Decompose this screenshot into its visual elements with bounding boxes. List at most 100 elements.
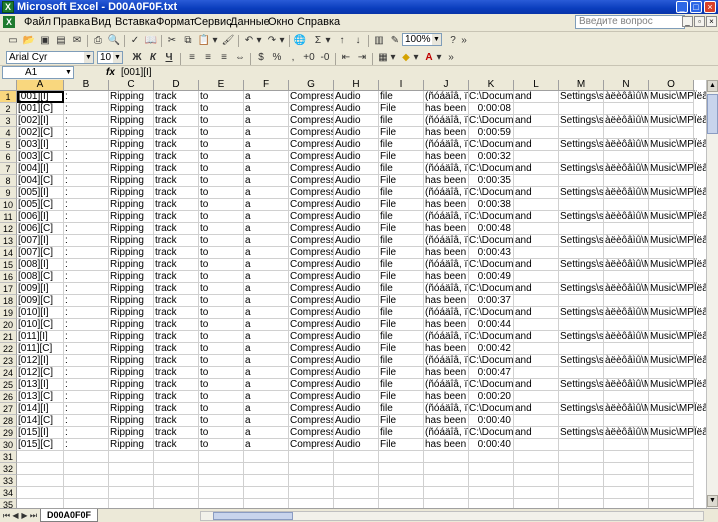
row-header[interactable]: 30 — [0, 439, 17, 451]
toolbar-options-icon[interactable]: » — [460, 34, 468, 48]
grid-cell[interactable]: has been f — [424, 247, 469, 259]
grid-cell[interactable] — [604, 439, 649, 451]
grid-cell[interactable]: 0:00:35 — [469, 175, 514, 187]
grid-cell[interactable] — [17, 451, 64, 463]
grid-cell[interactable] — [604, 319, 649, 331]
zoom-dropdown-icon[interactable]: ▼ — [432, 34, 441, 45]
grid-cell[interactable]: a — [244, 331, 289, 343]
grid-cell[interactable] — [514, 103, 559, 115]
undo-icon[interactable]: ↶ — [242, 34, 256, 48]
font-color-icon[interactable]: A — [422, 51, 436, 65]
grid-cell[interactable]: file — [379, 163, 424, 175]
row-header[interactable]: 32 — [0, 463, 17, 475]
grid-cell[interactable]: to — [199, 403, 244, 415]
grid-cell[interactable] — [604, 415, 649, 427]
grid-cell[interactable] — [514, 151, 559, 163]
grid-cell[interactable] — [334, 487, 379, 499]
grid-cell[interactable]: Audio — [334, 271, 379, 283]
row-header[interactable]: 19 — [0, 307, 17, 319]
grid-cell[interactable]: àëèôâìû\My — [604, 331, 649, 343]
redo-icon[interactable]: ↷ — [265, 34, 279, 48]
align-right-icon[interactable]: ≡ — [217, 51, 231, 65]
grid-cell[interactable]: Ripping — [109, 115, 154, 127]
grid-cell[interactable]: Audio — [334, 403, 379, 415]
grid-cell[interactable]: Music\MPÏëâ — [649, 211, 708, 223]
row-header[interactable]: 15 — [0, 259, 17, 271]
row-header[interactable]: 9 — [0, 187, 17, 199]
grid-cell[interactable]: Settings\s — [559, 259, 604, 271]
grid-cell[interactable] — [514, 487, 559, 499]
grid-cell[interactable]: track — [154, 427, 199, 439]
row-header[interactable]: 8 — [0, 175, 17, 187]
grid-cell[interactable]: Compress — [289, 391, 334, 403]
grid-cell[interactable]: àëèôâìû\My — [604, 259, 649, 271]
row-header[interactable]: 18 — [0, 295, 17, 307]
grid-cell[interactable]: : — [64, 223, 109, 235]
grid-cell[interactable]: to — [199, 259, 244, 271]
grid-cell[interactable]: Music\MPÏëâ — [649, 187, 708, 199]
grid-cell[interactable]: Settings\s — [559, 355, 604, 367]
grid-cell[interactable] — [379, 463, 424, 475]
grid-cell[interactable] — [514, 439, 559, 451]
grid-cell[interactable] — [244, 499, 289, 508]
row-header[interactable]: 27 — [0, 403, 17, 415]
grid-cell[interactable]: to — [199, 391, 244, 403]
grid-cell[interactable] — [649, 223, 694, 235]
grid-cell[interactable] — [514, 271, 559, 283]
grid-cell[interactable]: C:\Docume — [469, 91, 514, 103]
column-header-i[interactable]: I — [379, 80, 424, 91]
grid-cell[interactable] — [604, 343, 649, 355]
grid-cell[interactable]: Audio — [334, 163, 379, 175]
grid-cell[interactable]: to — [199, 343, 244, 355]
grid-cell[interactable] — [559, 451, 604, 463]
grid-cell[interactable]: C:\Docume — [469, 139, 514, 151]
permission-icon[interactable]: ▤ — [54, 34, 68, 48]
merge-center-icon[interactable]: ⇔ — [233, 51, 247, 65]
fx-icon[interactable]: fx — [106, 66, 115, 80]
undo-dropdown-icon[interactable]: ▾ — [255, 34, 263, 48]
row-header[interactable]: 26 — [0, 391, 17, 403]
vertical-scroll-thumb[interactable] — [707, 94, 718, 134]
borders-icon[interactable]: ▦ — [376, 51, 390, 65]
grid-cell[interactable]: has been f — [424, 343, 469, 355]
grid-cell[interactable] — [559, 175, 604, 187]
grid-cell[interactable]: Ripping — [109, 367, 154, 379]
paste-dropdown-icon[interactable]: ▾ — [211, 34, 219, 48]
grid-cell[interactable]: [002][I] — [17, 115, 64, 127]
grid-cell[interactable]: Compress — [289, 319, 334, 331]
row-header[interactable]: 33 — [0, 475, 17, 487]
grid-cell[interactable]: has been f — [424, 199, 469, 211]
grid-cell[interactable]: : — [64, 415, 109, 427]
grid-cell[interactable] — [559, 319, 604, 331]
grid-cell[interactable]: Ripping — [109, 211, 154, 223]
column-header-e[interactable]: E — [199, 80, 244, 91]
grid-cell[interactable] — [199, 463, 244, 475]
email-icon[interactable]: ✉ — [70, 34, 84, 48]
horizontal-scroll-thumb[interactable] — [213, 512, 293, 520]
grid-cell[interactable]: 0:00:38 — [469, 199, 514, 211]
grid-cell[interactable]: (ñóáäîâ, ïîÿ — [424, 283, 469, 295]
grid-cell[interactable] — [469, 487, 514, 499]
row-header[interactable]: 2 — [0, 103, 17, 115]
grid-cell[interactable]: : — [64, 319, 109, 331]
grid-cell[interactable]: File — [379, 127, 424, 139]
grid-cell[interactable]: Audio — [334, 379, 379, 391]
grid-cell[interactable]: track — [154, 127, 199, 139]
grid-cell[interactable]: 0:00:40 — [469, 415, 514, 427]
grid-cell[interactable] — [559, 475, 604, 487]
new-icon[interactable]: ▭ — [6, 34, 20, 48]
redo-dropdown-icon[interactable]: ▾ — [278, 34, 286, 48]
grid-cell[interactable]: Compress — [289, 127, 334, 139]
grid-cell[interactable]: C:\Docume — [469, 355, 514, 367]
workbook-icon[interactable]: X — [3, 16, 15, 28]
grid-cell[interactable]: Audio — [334, 295, 379, 307]
grid-cell[interactable]: : — [64, 115, 109, 127]
grid-cell[interactable]: àëèôâìû\My — [604, 379, 649, 391]
grid-cell[interactable]: 0:00:43 — [469, 247, 514, 259]
grid-cell[interactable]: a — [244, 283, 289, 295]
grid-cell[interactable]: track — [154, 415, 199, 427]
column-header-a[interactable]: A — [17, 80, 64, 91]
grid-cell[interactable]: [001][C] — [17, 103, 64, 115]
grid-cell[interactable]: Compress — [289, 259, 334, 271]
grid-cell[interactable]: 0:00:44 — [469, 319, 514, 331]
